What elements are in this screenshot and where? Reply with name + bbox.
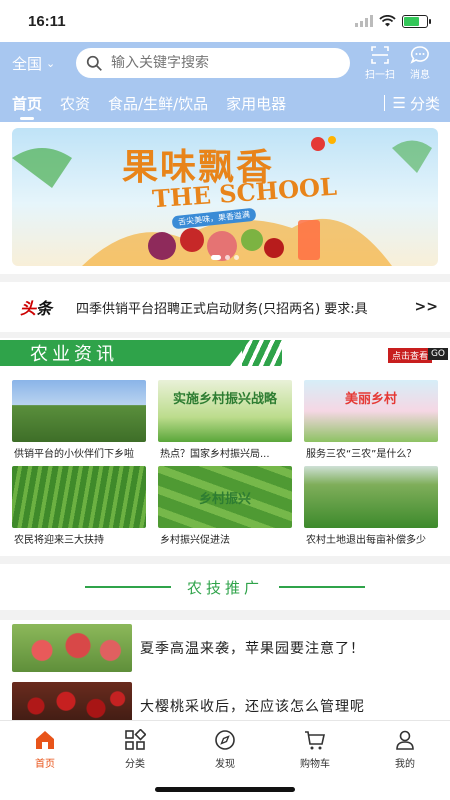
home-indicator	[155, 787, 295, 792]
tab-food[interactable]: 食品/生鲜/饮品	[108, 93, 208, 114]
news-image: 美丽乡村	[304, 380, 438, 442]
news-image: 实施乡村振兴战略	[158, 380, 292, 442]
news-caption: 服务三农“三农”是什么？	[306, 449, 417, 460]
news-ticker[interactable]: 头条 四季供销平台招聘正式启动财务(只招两名) 要求:具 >>	[0, 282, 450, 332]
category-icon	[125, 729, 146, 750]
status-time: 16:11	[28, 12, 66, 30]
message-button[interactable]: 消息	[400, 45, 440, 81]
status-icons	[355, 14, 431, 28]
scan-icon	[371, 46, 389, 64]
divider-line	[279, 586, 365, 588]
tab-bar-home[interactable]: 首页	[15, 729, 75, 800]
view-more-button[interactable]: 点击查看	[387, 348, 432, 363]
search-box[interactable]	[76, 48, 350, 78]
section-title: 农技推广	[186, 578, 263, 597]
news-caption: 热点？国家乡村振兴局...	[160, 449, 270, 460]
image-overlay-text: 乡村振兴	[198, 492, 251, 507]
news-grid: 供销平台的小伙伴们下乡啦 实施乡村振兴战略 热点？国家乡村振兴局... 美丽乡村…	[0, 368, 450, 556]
tab-agri-supplies[interactable]: 农资	[60, 93, 90, 114]
signal-icon	[355, 15, 373, 27]
section-title: 农业资讯	[0, 340, 250, 366]
app-screen: 16:11 全国 ⌄ 扫一扫 消息	[0, 0, 450, 800]
banner-pagination	[211, 255, 239, 260]
search-row: 全国 ⌄ 扫一扫 消息	[0, 42, 450, 84]
banner-section: 果味飘香 THE SCHOOL 舌尖美味，果香溢满	[0, 122, 450, 274]
tab-appliances[interactable]: 家用电器	[226, 93, 286, 114]
bottom-tab-bar: 首页 分类 发现 购物车 我的	[0, 720, 450, 800]
compass-icon	[215, 730, 235, 750]
scan-button[interactable]: 扫一扫	[360, 45, 400, 81]
agri-news-header: 农业资讯 点击查看 GO	[0, 338, 450, 368]
tab-label: 首页	[35, 759, 55, 770]
all-categories-label: 分类	[409, 94, 440, 113]
logo-char: 条	[36, 301, 53, 318]
region-label: 全国	[12, 54, 43, 73]
go-button[interactable]: GO	[427, 348, 448, 360]
page-dot	[234, 255, 239, 260]
news-image	[12, 466, 146, 528]
menu-icon: ☰	[392, 94, 406, 112]
top-header: 全国 ⌄ 扫一扫 消息 首页 农资 食品/生鲜/饮品 家用电器 ☰	[0, 42, 450, 122]
tab-label: 发现	[215, 759, 235, 770]
tab-label: 我的	[395, 759, 415, 770]
news-card[interactable]: 美丽乡村 服务三农“三农”是什么？	[304, 380, 438, 460]
headline-logo: 头条	[20, 295, 76, 319]
region-selector[interactable]: 全国 ⌄	[12, 53, 76, 74]
news-card[interactable]: 农民将迎来三大扶持	[12, 466, 146, 546]
article-title: 大樱桃采收后，还应该怎么管理呢	[140, 699, 365, 715]
page-dot	[211, 255, 221, 260]
tab-home[interactable]: 首页	[12, 93, 42, 120]
stripe-decoration	[242, 340, 282, 366]
chevron-down-icon: ⌄	[46, 56, 56, 70]
profile-icon	[396, 730, 414, 750]
tab-label: 购物车	[300, 759, 330, 770]
news-card[interactable]: 乡村振兴 乡村振兴促进法	[158, 466, 292, 546]
tech-promo-header: 农技推广	[0, 564, 450, 610]
news-caption: 供销平台的小伙伴们下乡啦	[14, 449, 134, 460]
news-caption: 农村土地退出每亩补偿多少	[306, 535, 426, 546]
battery-icon	[402, 14, 431, 28]
image-overlay-text: 美丽乡村	[344, 392, 397, 407]
news-card[interactable]: 农村土地退出每亩补偿多少	[304, 466, 438, 546]
scan-label: 扫一扫	[365, 70, 395, 81]
category-tabs: 首页 农资 食品/生鲜/饮品 家用电器 ☰ 分类	[0, 84, 450, 122]
news-caption: 乡村振兴促进法	[160, 535, 230, 546]
divider-line	[84, 586, 171, 588]
image-overlay-text: 实施乡村振兴战略	[172, 392, 277, 407]
article-item[interactable]: 夏季高温来袭，苹果园要注意了！	[0, 620, 450, 676]
news-image	[12, 380, 146, 442]
wifi-icon	[379, 15, 396, 27]
news-caption: 农民将迎来三大扶持	[14, 535, 104, 546]
article-title: 夏季高温来袭，苹果园要注意了！	[140, 641, 365, 657]
home-icon	[36, 731, 54, 749]
ticker-more-arrow[interactable]: >>	[415, 299, 438, 315]
article-thumbnail	[12, 624, 132, 672]
news-card[interactable]: 供销平台的小伙伴们下乡啦	[12, 380, 146, 460]
search-input[interactable]	[111, 55, 340, 71]
divider	[383, 95, 385, 111]
agri-news-section: 农业资讯 点击查看 GO 供销平台的小伙伴们下乡啦 实施乡村振兴战略 热点？国家…	[0, 338, 450, 556]
news-card[interactable]: 实施乡村振兴战略 热点？国家乡村振兴局...	[158, 380, 292, 460]
logo-char: 头	[20, 301, 37, 318]
tech-article-list: 夏季高温来袭，苹果园要注意了！ 大樱桃采收后，还应该怎么管理呢	[0, 620, 450, 734]
news-image	[304, 466, 438, 528]
status-bar: 16:11	[0, 0, 450, 42]
ticker-text: 四季供销平台招聘正式启动财务(只招两名) 要求:具	[76, 301, 368, 317]
news-image: 乡村振兴	[158, 466, 292, 528]
all-categories-button[interactable]: ☰ 分类	[373, 84, 450, 122]
tab-bar-profile[interactable]: 我的	[375, 729, 435, 800]
page-dot	[225, 255, 230, 260]
tab-label: 分类	[125, 759, 145, 770]
message-icon	[410, 46, 429, 64]
message-label: 消息	[410, 70, 430, 81]
cart-icon	[305, 731, 325, 750]
promo-banner[interactable]: 果味飘香 THE SCHOOL 舌尖美味，果香溢满	[12, 128, 438, 266]
search-icon	[86, 55, 102, 71]
